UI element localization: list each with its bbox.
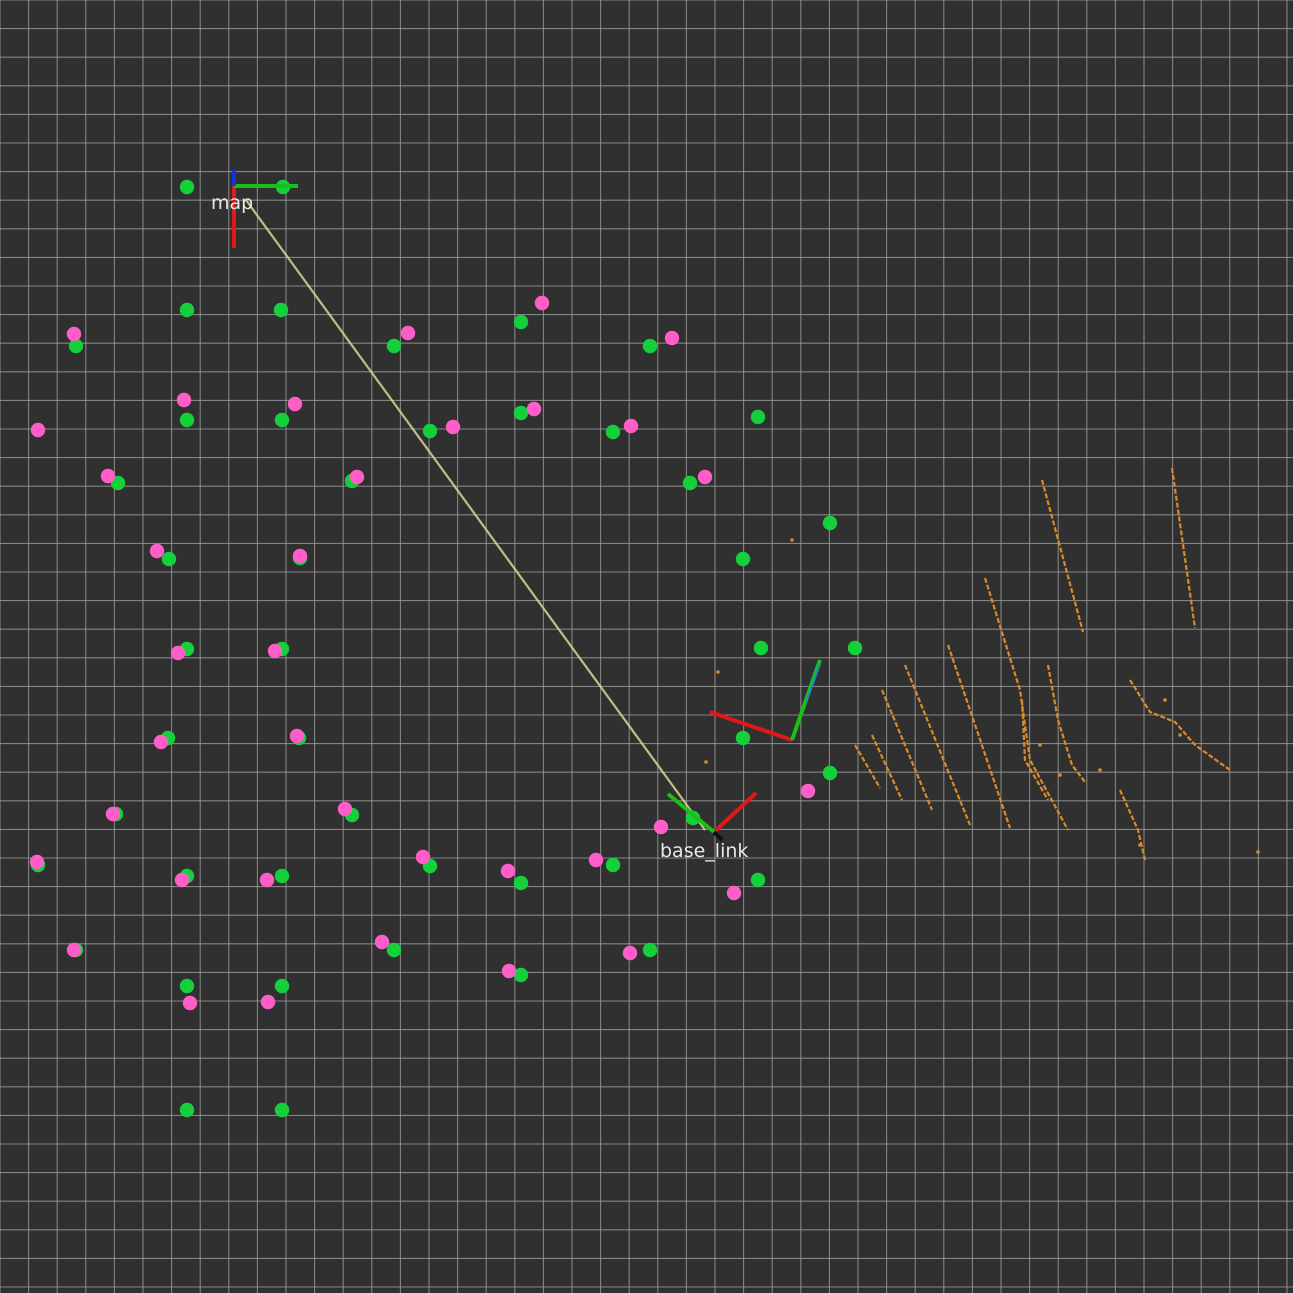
laser-scan-point	[1138, 843, 1142, 847]
estimate-marker-magenta	[149, 543, 165, 559]
laser-scan-point	[1256, 850, 1260, 854]
landmark-marker-green	[179, 179, 195, 195]
landmark-marker-green	[513, 875, 529, 891]
laser-scan-segment	[880, 689, 934, 811]
landmark-marker-green	[274, 978, 290, 994]
landmark-marker-green	[386, 338, 402, 354]
laser-scan-segment	[854, 744, 881, 789]
estimate-marker-magenta	[697, 469, 713, 485]
laser-scan-point	[1178, 733, 1182, 737]
landmark-marker-green	[750, 409, 766, 425]
estimate-marker-magenta	[400, 325, 416, 341]
estimate-marker-magenta	[500, 863, 516, 879]
landmark-marker-green	[68, 338, 84, 354]
landmark-marker-green	[273, 302, 289, 318]
estimate-marker-magenta	[415, 849, 431, 865]
landmark-marker-green	[682, 475, 698, 491]
estimate-marker-magenta	[292, 548, 308, 564]
landmark-marker-green	[179, 302, 195, 318]
estimate-marker-magenta	[445, 419, 461, 435]
estimate-marker-magenta	[349, 469, 365, 485]
estimate-marker-magenta	[259, 872, 275, 888]
landmark-marker-green	[735, 551, 751, 567]
laser-scan-point	[704, 760, 708, 764]
frame-label-map: map	[211, 192, 253, 214]
landmark-marker-green	[750, 872, 766, 888]
estimate-marker-magenta	[182, 995, 198, 1011]
base-link-axis-y	[666, 792, 716, 834]
estimate-marker-magenta	[534, 295, 550, 311]
estimate-marker-magenta	[374, 934, 390, 950]
laser-scan-point	[1038, 743, 1042, 747]
estimate-marker-magenta	[289, 728, 305, 744]
pose-axes	[709, 659, 822, 742]
landmark-marker-green	[274, 1102, 290, 1118]
estimate-marker-magenta	[30, 422, 46, 438]
laser-scan-point	[716, 670, 720, 674]
estimate-marker-magenta	[337, 801, 353, 817]
estimate-marker-magenta	[260, 994, 276, 1010]
landmark-marker-green	[642, 338, 658, 354]
estimate-marker-magenta	[622, 945, 638, 961]
landmark-marker-green	[605, 424, 621, 440]
pose-axis-z	[805, 663, 821, 703]
estimate-marker-magenta	[170, 645, 186, 661]
estimate-marker-magenta	[800, 783, 816, 799]
landmark-marker-green	[605, 857, 621, 873]
laser-scan-segment	[1040, 479, 1085, 633]
estimate-marker-magenta	[664, 330, 680, 346]
landmark-marker-green	[822, 765, 838, 781]
landmark-marker-green	[179, 1102, 195, 1118]
laser-scan-point	[790, 538, 794, 542]
laser-scan-segment	[1129, 679, 1231, 771]
landmark-marker-green	[847, 640, 863, 656]
estimate-marker-magenta	[623, 418, 639, 434]
rviz-3d-viewport[interactable]: map base_link	[0, 0, 1293, 1293]
landmark-marker-green	[179, 412, 195, 428]
estimate-marker-magenta	[653, 819, 669, 835]
frame-label-base-link: base_link	[660, 840, 748, 862]
estimate-marker-magenta	[588, 852, 604, 868]
landmark-marker-green	[386, 942, 402, 958]
laser-scan-segment	[1170, 467, 1197, 629]
laser-scan-segment	[1046, 664, 1086, 783]
estimate-marker-magenta	[726, 885, 742, 901]
estimate-marker-magenta	[526, 401, 542, 417]
landmark-marker-green	[822, 515, 838, 531]
grid	[0, 0, 1293, 1293]
landmark-marker-green	[161, 551, 177, 567]
landmark-marker-green	[179, 978, 195, 994]
landmark-marker-green	[753, 640, 769, 656]
estimate-marker-magenta	[176, 392, 192, 408]
pose-axis-x	[709, 710, 793, 742]
estimate-marker-magenta	[267, 643, 283, 659]
landmark-marker-green	[274, 412, 290, 428]
estimate-marker-magenta	[29, 854, 45, 870]
base-link-axis-x	[712, 791, 758, 834]
laser-scan-point	[1163, 698, 1167, 702]
landmark-markers	[29, 179, 863, 1118]
landmark-marker-green	[735, 730, 751, 746]
estimate-marker-magenta	[153, 734, 169, 750]
landmark-marker-green	[422, 423, 438, 439]
landmark-marker-green	[513, 314, 529, 330]
base-link-frame-axes[interactable]: base_link	[660, 791, 758, 862]
estimate-marker-magenta	[105, 806, 121, 822]
landmark-marker-green	[274, 868, 290, 884]
estimate-marker-magenta	[66, 326, 82, 342]
landmark-marker-green	[642, 942, 658, 958]
laser-scan-point	[1098, 768, 1102, 772]
estimate-marker-magenta	[66, 942, 82, 958]
landmark-marker-green	[513, 405, 529, 421]
estimate-marker-magenta	[501, 963, 517, 979]
estimate-marker-magenta	[174, 872, 190, 888]
laser-scan-point	[1058, 773, 1062, 777]
estimate-marker-magenta	[100, 468, 116, 484]
estimate-marker-magenta	[287, 396, 303, 412]
